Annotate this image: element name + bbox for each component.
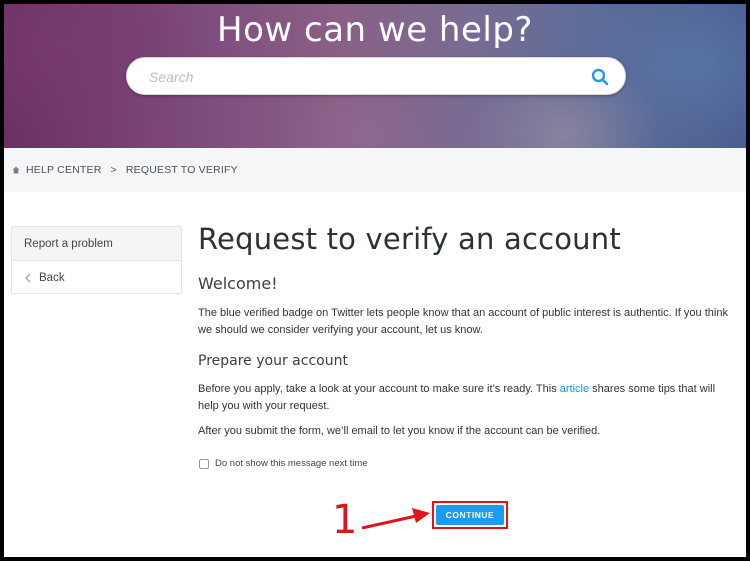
welcome-heading: Welcome! [198,274,278,293]
annotation-step-number: 1 [332,497,358,543]
prepare-heading: Prepare your account [198,353,348,369]
sidebar-item-label: Back [39,272,65,284]
welcome-text: The blue verified badge on Twitter lets … [198,307,728,336]
side-navigation: Report a problem Back [11,226,182,294]
breadcrumb-current: REQUEST TO VERIFY [125,164,238,176]
checkbox-label: Do not show this message next time [215,458,368,469]
annotation-arrow-icon [361,508,430,530]
sidebar-item-back[interactable]: Back [12,261,181,295]
sidebar-item-report-problem[interactable]: Report a problem [12,227,181,261]
breadcrumb-home-link[interactable]: HELP CENTER [26,164,102,176]
prepare-text: Before you apply, take a look at your ac… [198,381,728,415]
breadcrumb: HELP CENTER > REQUEST TO VERIFY [4,148,746,192]
search-box[interactable] [126,57,626,95]
article-link[interactable]: article [560,383,589,395]
article-content: Request to verify an account Welcome! Th… [198,222,728,469]
breadcrumb-separator: > [110,164,117,176]
prepare-text-start: Before you apply, take a look at your ac… [198,383,560,395]
dont-show-again-option[interactable]: Do not show this message next time [198,458,728,469]
continue-button[interactable]: CONTINUE [436,505,504,525]
annotation-highlight-box: CONTINUE [432,501,508,529]
sidebar-item-label: Report a problem [24,237,113,250]
page-title: Request to verify an account [198,222,621,256]
help-center-page: How can we help? HELP CENTER > REQUEST T… [4,4,746,557]
home-icon [12,166,20,174]
chevron-left-icon [25,273,31,283]
hero-banner: How can we help? [4,4,746,148]
dont-show-again-checkbox[interactable] [199,458,209,469]
submit-text: After you submit the form, we’ll email t… [198,425,601,437]
search-icon[interactable] [591,68,609,86]
hero-title: How can we help? [217,10,533,50]
search-input[interactable] [149,67,569,87]
